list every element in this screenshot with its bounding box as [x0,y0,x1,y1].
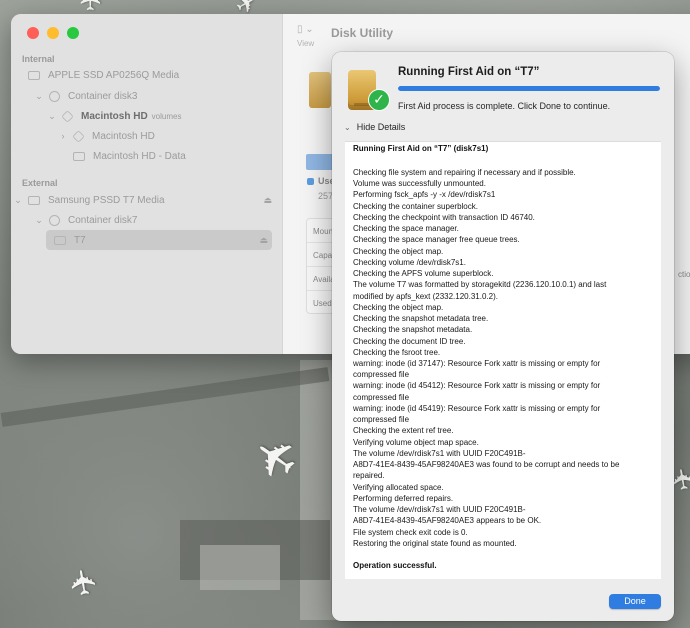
log-line: warning: inode (id 37147): Resource Fork… [353,358,601,380]
sidebar-item-samsung-pssd[interactable]: ⌄ Samsung PSSD T7 Media ⏏ [11,190,282,210]
sidebar-item-label: Container disk3 [68,90,138,102]
sidebar-item-macintosh-hd-volumes[interactable]: ⌄ Macintosh HD volumes [11,106,282,126]
sidebar: Internal APPLE SSD AP0256Q Media ⌄ Conta… [11,14,283,354]
log-line: Checking the object map. [353,246,444,256]
log-line: Checking the snapshot metadata. [353,325,473,335]
log-line: The volume T7 was formatted by storageki… [353,280,607,301]
chevron-down-icon: ⌄ [344,122,351,132]
volume-icon [72,129,85,143]
toolbar: ▯ ⌄ View Disk Utility [283,14,690,52]
sidebar-item-label: Macintosh HD - Data [93,150,186,162]
log-line: Checking the space manager. [353,224,459,234]
chevron-down-icon[interactable]: ⌄ [47,111,57,122]
log-line: warning: inode (id 45412): Resource Fork… [353,381,601,402]
log-lines: Checking file system and repairing if ne… [353,167,653,549]
log-line: Restoring the original state found as mo… [353,538,517,548]
log-line: Checking the space manager free queue tr… [353,235,520,245]
log-line: Performing fsck_apfs -y -x /dev/rdisk7s1 [353,190,496,200]
sidebar-item-label: Macintosh HD [81,110,148,122]
chevron-down-icon[interactable]: ⌄ [13,195,23,206]
section-header-internal: Internal [22,54,55,64]
drive-icon [73,151,85,161]
sidebar-item-label: Container disk7 [68,214,138,226]
log-line: The volume /dev/rdisk7s1 with UUID F20C4… [353,448,620,481]
log-line: Checking the object map. [353,302,444,312]
log-line: File system check exit code is 0. [353,527,468,537]
sidebar-item-sublabel: volumes [151,111,182,121]
first-aid-sheet: ✓ Running First Aid on “T7” First Aid pr… [332,52,674,621]
drive-icon [54,235,66,245]
done-button[interactable]: Done [609,594,661,609]
container-icon [49,214,60,226]
eject-icon[interactable]: ⏏ [263,195,272,206]
progress-fill [398,86,660,91]
view-label: View [297,39,315,48]
container-icon [49,90,60,102]
log-line: Checking the snapshot metadata tree. [353,314,489,324]
log-line: The volume /dev/rdisk7s1 with UUID F20C4… [353,505,542,526]
log-line: Checking file system and repairing if ne… [353,168,576,177]
sidebar-item-container-disk3[interactable]: ⌄ Container disk3 [11,86,282,106]
minimize-button[interactable] [47,27,59,39]
eject-icon[interactable]: ⏏ [259,235,268,246]
zoom-button[interactable] [67,27,79,39]
chevron-down-icon[interactable]: ⌄ [34,215,44,226]
log-line: Volume was successfully unmounted. [353,179,486,189]
info-cut-text: ction [678,270,690,279]
log-line: Verifying allocated space. [353,482,444,492]
sidebar-icon[interactable]: ▯ ⌄ [297,24,314,35]
log-line: Checking volume /dev/rdisk7s1. [353,257,466,267]
log-line: Checking the checkpoint with transaction… [353,212,535,222]
window-title: Disk Utility [331,26,394,40]
window-controls [27,27,79,39]
used-legend-dot [307,178,314,185]
wallpaper-airplane: ✈ [74,0,108,12]
sheet-title: Running First Aid on “T7” [398,66,540,78]
sidebar-item-apple-ssd[interactable]: APPLE SSD AP0256Q Media [11,65,282,85]
log-line: Checking the APFS volume superblock. [353,269,494,279]
chevron-right-icon[interactable]: › [58,131,68,141]
wallpaper-terminal [200,545,280,590]
sidebar-item-container-disk7[interactable]: ⌄ Container disk7 [11,210,282,230]
volume-stack-icon [61,109,74,123]
sidebar-item-label: T7 [74,234,86,246]
drive-icon [28,195,40,205]
sidebar-item-macintosh-hd[interactable]: › Macintosh HD [11,126,282,146]
log-line: Checking the fsroot tree. [353,347,441,357]
wallpaper-taxiway [0,367,330,427]
log-line: Checking the document ID tree. [353,336,466,346]
section-header-external: External [22,178,58,188]
log-line: Checking the container superblock. [353,201,478,211]
sidebar-item-label: Macintosh HD [92,130,155,142]
disk-image-icon [309,72,331,108]
sidebar-item-macintosh-hd-data[interactable]: Macintosh HD - Data [11,146,282,166]
hide-details-toggle[interactable]: ⌄ Hide Details [344,122,405,132]
details-log[interactable]: Running First Aid on “T7” (disk7s1) Chec… [345,141,661,579]
wallpaper-airplane: ✈ [62,564,107,600]
log-final: Operation successful. [353,560,437,570]
checkmark-icon: ✓ [368,89,390,111]
close-button[interactable] [27,27,39,39]
hide-details-label: Hide Details [356,122,406,132]
status-message: First Aid process is complete. Click Don… [398,101,611,111]
progress-bar [398,86,660,91]
used-value: 257 [318,191,334,201]
sidebar-item-t7[interactable]: T7 ⏏ [46,230,272,250]
sidebar-item-label: APPLE SSD AP0256Q Media [48,69,180,81]
log-line: Performing deferred repairs. [353,493,454,503]
log-line: Checking the extent ref tree. [353,426,454,436]
sidebar-item-label: Samsung PSSD T7 Media [48,194,165,206]
log-title: Running First Aid on “T7” (disk7s1) [353,144,489,153]
log-line: Verifying volume object map space. [353,437,479,447]
log-line: warning: inode (id 45419): Resource Fork… [353,403,601,425]
drive-icon [28,70,40,80]
chevron-down-icon[interactable]: ⌄ [34,91,44,102]
